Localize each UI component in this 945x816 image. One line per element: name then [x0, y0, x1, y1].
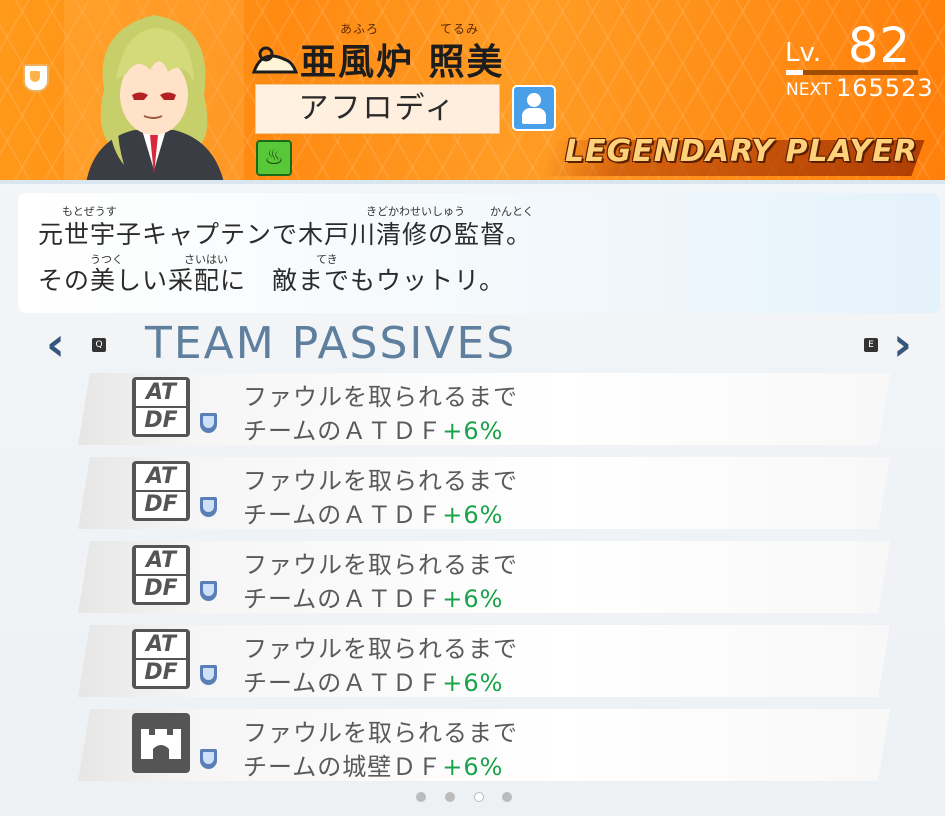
at-df-badge-icon: AT DF: [132, 377, 190, 437]
at-df-badge-icon: AT DF: [132, 545, 190, 605]
player-nickname: アフロディ: [255, 84, 500, 134]
rank-label: LEGENDARY PLAYER: [565, 134, 918, 169]
passive-condition: ファウルを取られるまで: [243, 467, 518, 495]
passive-effect-target: チームのＡＴＤＦ: [243, 669, 443, 697]
passive-effect-target: チームのＡＴＤＦ: [243, 417, 443, 445]
castle-wall-glyph: [141, 729, 181, 759]
at-df-badge-icon: AT DF: [132, 629, 190, 689]
passive-bonus: +6%: [442, 417, 504, 445]
page-dot-4[interactable]: [502, 792, 512, 802]
passive-condition: ファウルを取られるまで: [243, 383, 518, 411]
passive-effect: チームのＡＴＤＦ+6%: [243, 495, 503, 530]
wood-element-icon: ♨: [256, 140, 292, 176]
badge-df: DF: [136, 660, 186, 686]
passive-effect-target: チームのＡＴＤＦ: [243, 585, 443, 613]
shield-icon: [200, 581, 217, 601]
person-icon: [512, 85, 556, 131]
passive-item-3: AT DF ファウルを取られるまで チームのＡＴＤＦ+6%: [78, 541, 890, 613]
passive-bonus: +6%: [442, 585, 504, 613]
passive-effect: チームのＡＴＤＦ+6%: [243, 663, 503, 698]
badge-at: AT: [136, 464, 186, 490]
player-name: 亜風炉 照美: [300, 42, 505, 83]
passive-effect: チームの城壁ＤＦ+6%: [243, 747, 503, 782]
shield-icon: [200, 413, 217, 433]
passive-item-4: AT DF ファウルを取られるまで チームのＡＴＤＦ+6%: [78, 625, 890, 697]
badge-at: AT: [136, 548, 186, 574]
passive-bonus: +6%: [442, 501, 504, 529]
page-dot-1[interactable]: [416, 792, 426, 802]
header-divider: [0, 180, 945, 184]
badge-df: DF: [136, 492, 186, 518]
afro-icon: [251, 42, 299, 76]
passive-item-1: AT DF ファウルを取られるまで チームのＡＴＤＦ+6%: [78, 373, 890, 445]
key-hint-q: Q: [92, 338, 106, 352]
shield-icon: [200, 665, 217, 685]
shield-icon: [200, 497, 217, 517]
level-progress-fill: [786, 70, 803, 75]
passive-effect-target: チームのＡＴＤＦ: [243, 501, 443, 529]
badge-df: DF: [136, 408, 186, 434]
passive-bonus: +6%: [442, 669, 504, 697]
next-value: 165523: [836, 74, 934, 102]
level-label: Lv.: [785, 38, 822, 68]
page-dot-2[interactable]: [445, 792, 455, 802]
castle-wall-icon: [132, 713, 190, 773]
player-description: もとぜうす きどかわせいしゅう かんとく 元世宇子キャプテンで木戸川清修の監督。…: [18, 193, 940, 313]
team-passives-title: TEAM PASSIVES: [145, 318, 517, 369]
passive-effect: チームのＡＴＤＦ+6%: [243, 411, 503, 446]
player-header: あふろ てるみ 亜風炉 照美 アフロディ ♨ Lv. 82 NEXT 16552…: [0, 0, 945, 183]
description-line-1: 元世宇子キャプテンで木戸川清修の監督。: [38, 220, 533, 249]
passive-condition: ファウルを取られるまで: [243, 551, 518, 579]
description-line-2: その美しい采配に 敵までもウットリ。: [38, 266, 506, 295]
level-value: 82: [848, 18, 912, 74]
next-label: NEXT: [786, 80, 832, 100]
badge-at: AT: [136, 632, 186, 658]
passive-condition: ファウルを取られるまで: [243, 635, 518, 663]
passive-item-2: AT DF ファウルを取られるまで チームのＡＴＤＦ+6%: [78, 457, 890, 529]
player-portrait: [64, 0, 244, 183]
key-hint-e: E: [864, 338, 878, 352]
passive-effect-target: チームの城壁ＤＦ: [243, 753, 443, 781]
prev-page-chevron-icon[interactable]: ‹: [46, 321, 80, 367]
badge-at: AT: [136, 380, 186, 406]
next-page-chevron-icon[interactable]: ›: [893, 321, 927, 367]
badge-df: DF: [136, 576, 186, 602]
passive-item-5: ファウルを取られるまで チームの城壁ＤＦ+6%: [78, 709, 890, 781]
page-dot-3[interactable]: [474, 792, 484, 802]
at-df-badge-icon: AT DF: [132, 461, 190, 521]
shield-icon: [23, 64, 49, 92]
passive-effect: チームのＡＴＤＦ+6%: [243, 579, 503, 614]
passive-bonus: +6%: [442, 753, 504, 781]
shield-icon: [200, 749, 217, 769]
passive-condition: ファウルを取られるまで: [243, 719, 518, 747]
